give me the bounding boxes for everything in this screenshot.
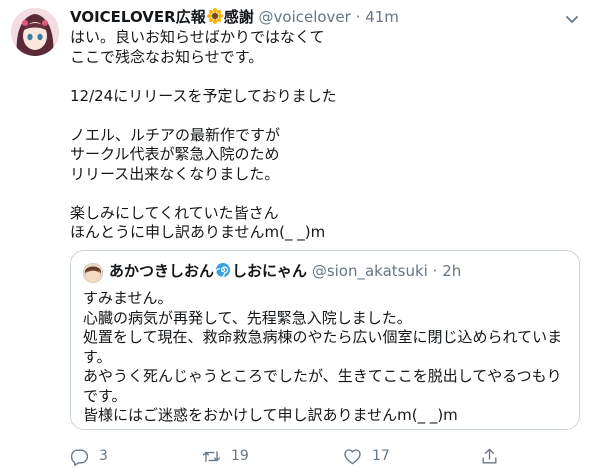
quoted-tweet-time[interactable]: 2h	[442, 262, 461, 280]
spiral-icon	[214, 262, 231, 279]
quoted-line: です。	[83, 386, 127, 405]
quoted-line: 処置をして現在、救命救急病棟のやたら広い個室に閉じ込められていま	[83, 328, 563, 346]
tweet-line: 楽しみにしてくれていた皆さん	[70, 203, 279, 222]
reply-button[interactable]: 3	[70, 444, 108, 468]
quoted-avatar	[83, 263, 103, 283]
tweet-time[interactable]: 41m	[365, 8, 399, 26]
tweet-line: リリース出来なくなりました。	[70, 164, 280, 183]
quoted-line: 心臓の病気が再発して、先程緊急入院しました。	[83, 308, 412, 327]
quoted-line: あやうく死んじゃうところでしたが、生きてここを脱出してやるつもり	[83, 367, 562, 385]
like-button[interactable]: 17	[343, 444, 390, 468]
reply-icon	[70, 448, 89, 466]
quoted-line: すみません。	[83, 289, 173, 307]
sunflower-icon	[206, 8, 223, 24]
quoted-display-name-suffix[interactable]: しおにゃん	[232, 262, 307, 280]
chevron-down-icon[interactable]	[563, 10, 581, 28]
tweet-line: はい。良いお知らせばかりではなくて	[70, 28, 325, 46]
tweet-text: はい。良いお知らせばかりではなくて ここで残念なお知らせです。 12/24にリリ…	[70, 28, 570, 243]
reply-count: 3	[99, 448, 108, 464]
tweet-line: サークル代表が緊急入院のため	[70, 145, 280, 163]
quoted-tweet[interactable]: あかつきしおん しおにゃん @sion_akatsuki · 2h すみません。 …	[70, 250, 580, 430]
user-handle[interactable]: @voicelover	[259, 8, 351, 26]
quoted-display-name[interactable]: あかつきしおん	[109, 262, 214, 280]
quoted-header: あかつきしおん しおにゃん @sion_akatsuki · 2h	[109, 261, 461, 281]
display-name-suffix[interactable]: 感謝	[224, 8, 254, 26]
tweet-line	[70, 184, 570, 204]
quoted-line: す。	[83, 347, 112, 366]
retweet-button[interactable]: 19	[202, 444, 249, 468]
quoted-tweet-text: すみません。 心臓の病気が再発して、先程緊急入院しました。 処置をして現在、救命…	[83, 289, 569, 426]
share-icon	[482, 448, 497, 464]
like-count: 17	[372, 448, 390, 464]
avatar-image	[11, 8, 59, 56]
quoted-line: 皆様にはご迷惑をおかけして申し訳ありませんm(_ _)m	[83, 406, 458, 424]
tweet-actions: 3 19 17	[70, 444, 570, 468]
separator-dot: ·	[432, 262, 438, 280]
tweet-line	[70, 67, 570, 87]
share-button[interactable]	[480, 444, 509, 468]
separator-dot: ·	[355, 8, 361, 26]
tweet-line	[70, 106, 570, 126]
tweet-line: ノエル、ルチアの最新作ですが	[70, 125, 281, 144]
tweet-line: 12/24にリリースを予定しておりました	[70, 86, 337, 105]
like-icon	[344, 448, 361, 464]
avatar[interactable]	[11, 8, 59, 56]
retweet-icon	[202, 450, 221, 462]
display-name[interactable]: VOICELOVER広報	[70, 8, 206, 26]
tweet-line: ほんとうに申し訳ありませんm(_ _)m	[70, 223, 326, 241]
quoted-user-handle[interactable]: @sion_akatsuki	[312, 262, 428, 280]
retweet-count: 19	[231, 448, 249, 464]
tweet-header: VOICELOVER広報 感謝 @voicelover · 41m	[70, 7, 565, 27]
tweet-line: ここで残念なお知らせです。	[70, 47, 264, 66]
